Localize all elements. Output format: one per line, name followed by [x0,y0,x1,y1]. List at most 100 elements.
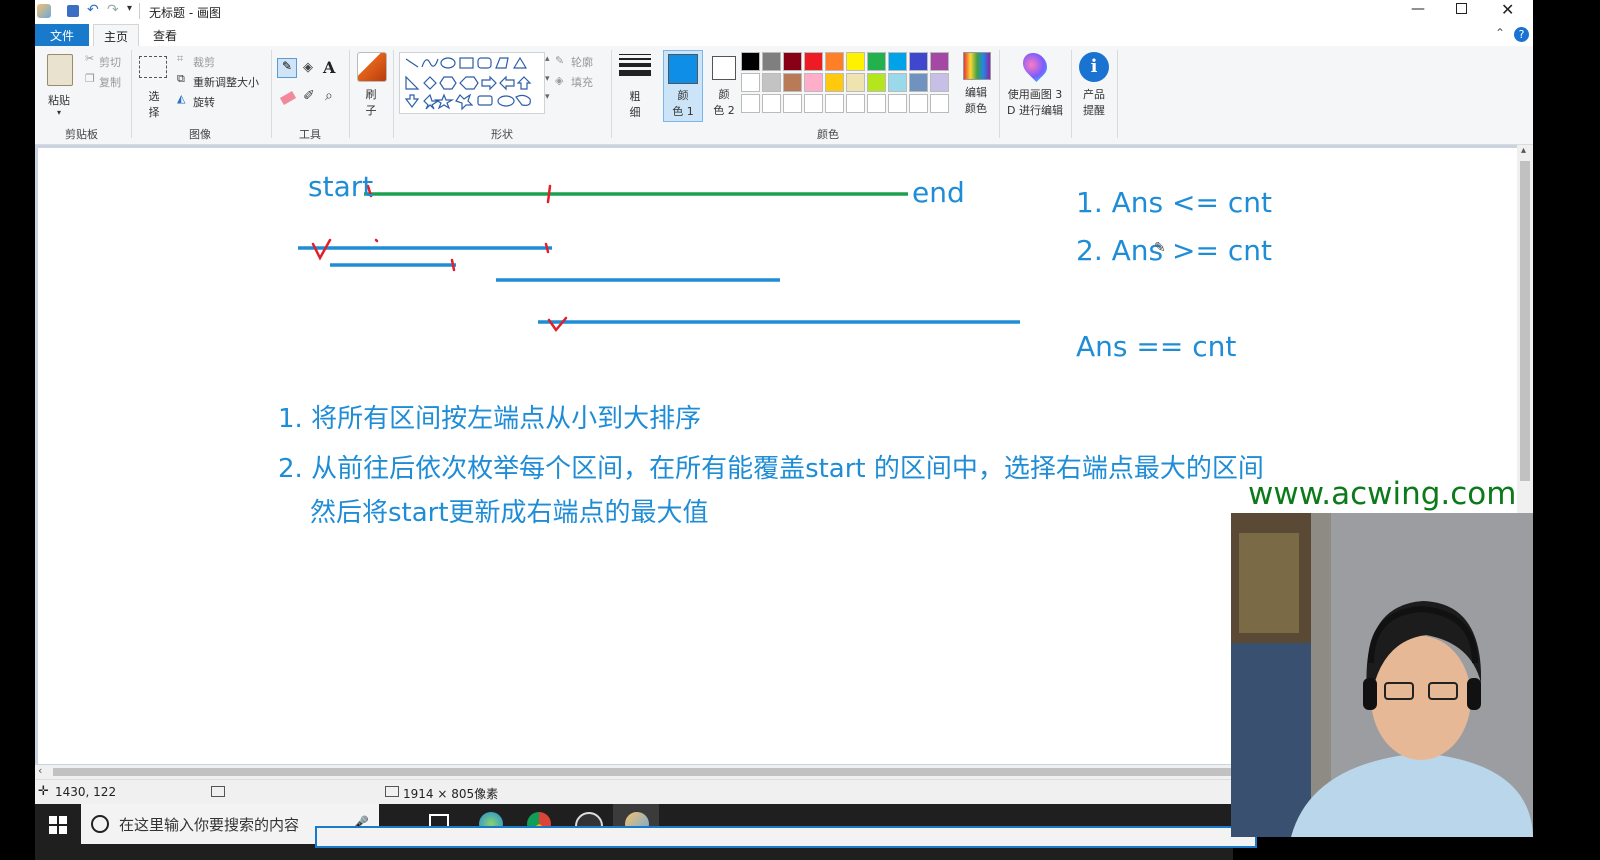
custom-color-slot[interactable] [825,94,844,113]
colors-group-label: 颜色 [817,128,839,141]
edit-colors-label-bottom: 颜色 [965,102,987,115]
custom-color-slot[interactable] [804,94,823,113]
custom-color-slot[interactable] [762,94,781,113]
color2-button[interactable]: 颜 色 2 [705,50,743,120]
h-scroll-thumb[interactable] [53,768,1233,776]
palette-swatch[interactable] [867,52,886,71]
palette-swatch[interactable] [867,73,886,92]
undo-icon[interactable]: ↶ [87,2,99,18]
palette-swatch[interactable] [888,52,907,71]
shapes-group-label: 形状 [491,128,513,141]
custom-color-slot[interactable] [846,94,865,113]
palette-swatch[interactable] [804,73,823,92]
palette-swatch[interactable] [741,52,760,71]
customize-qat-icon[interactable]: ▾ [127,3,132,14]
scroll-up-icon[interactable]: ▴ [1521,145,1526,156]
shapes-gallery[interactable] [399,52,545,114]
palette-swatch[interactable] [846,73,865,92]
outline-button[interactable]: 轮廓 [571,54,593,70]
shapes-expand-icon[interactable]: ▾ [545,92,550,102]
brushes-label-top: 刷 [365,88,377,101]
custom-color-slot[interactable] [930,94,949,113]
color1-label-top: 颜 [677,89,689,102]
chevron-down-icon: ▾ [56,108,61,117]
shapes-scroll-up-icon[interactable]: ▴ [545,54,550,64]
color1-button[interactable]: 颜 色 1 [663,50,703,122]
horizontal-scrollbar[interactable]: ‹ [35,764,1233,779]
custom-color-slot[interactable] [909,94,928,113]
palette-swatch[interactable] [825,73,844,92]
fill-button[interactable]: 填充 [571,74,593,90]
color-picker-icon[interactable]: ✐ [303,88,315,104]
scroll-thumb[interactable] [1520,161,1530,481]
paste-label: 粘贴 [48,94,70,107]
paste-button[interactable]: 粘贴 ▾ [43,52,75,122]
close-icon[interactable]: ✕ [1501,0,1514,19]
ribbon-divider [393,50,394,138]
fill-bucket-icon[interactable]: ◈ [303,60,313,75]
watermark-text: www.acwing.com [1248,476,1517,512]
select-label-top: 选 [148,90,160,103]
size-button[interactable]: 粗 细 [617,54,653,120]
brushes-button[interactable]: 刷 子 [355,52,387,122]
palette-swatch[interactable] [888,73,907,92]
red-end-tick-1 [544,242,550,254]
palette-swatch[interactable] [783,73,802,92]
product-alert-button[interactable]: i 产品 提醒 [1075,52,1113,122]
ribbon-divider [611,50,612,138]
palette-swatch[interactable] [930,52,949,71]
select-label-bottom: 择 [148,106,160,119]
help-icon[interactable]: ? [1514,27,1529,42]
edit-colors-button[interactable]: 编辑 颜色 [959,52,993,122]
rotate-icon: ◭ [177,92,186,105]
palette-swatch[interactable] [741,73,760,92]
cut-button[interactable]: 剪切 [99,54,121,70]
save-icon[interactable] [67,5,79,17]
condition-3: Ans == cnt [1076,330,1237,363]
tab-home[interactable]: 主页 [93,24,140,47]
copy-button[interactable]: 复制 [99,74,121,90]
pencil-cursor-icon: ✎ [1154,240,1166,256]
palette-swatch[interactable] [909,73,928,92]
shapes-gallery-icons [404,56,532,111]
palette-swatch[interactable] [846,52,865,71]
crop-button[interactable]: 裁剪 [193,54,215,70]
scroll-left-icon[interactable]: ‹ [38,764,42,777]
paint3d-button[interactable]: 使用画图 3 D 进行编辑 [1003,48,1067,122]
eraser-icon[interactable] [279,91,297,105]
collapse-ribbon-icon[interactable]: ⌃ [1495,26,1505,40]
palette-swatch[interactable] [930,73,949,92]
pencil-icon[interactable]: ✎ [277,58,297,78]
cursor-position: 1430, 122 [55,785,117,799]
shapes-scroll-down-icon[interactable]: ▾ [545,74,550,84]
select-button[interactable]: 选 择 [139,56,169,119]
custom-color-slot[interactable] [783,94,802,113]
custom-color-slot[interactable] [888,94,907,113]
tab-file[interactable]: 文件 [35,24,89,46]
condition-1: 1. Ans <= cnt [1076,186,1272,219]
palette-swatch[interactable] [783,52,802,71]
palette-swatch[interactable] [762,52,781,71]
tab-view[interactable]: 查看 [143,24,187,46]
brushes-label-bottom: 子 [365,104,377,117]
search-placeholder: 在这里输入你要搜索的内容 [119,815,300,834]
step-1: 1. 将所有区间按左端点从小到大排序 [278,404,702,434]
maximize-icon[interactable] [1456,3,1467,14]
status-bar: ✛ 1430, 122 1914 × 805像素 [35,779,1233,805]
palette-swatch[interactable] [909,52,928,71]
selection-size-icon [211,786,225,797]
text-tool-icon[interactable]: A [323,58,335,77]
custom-color-slot[interactable] [867,94,886,113]
palette-swatch[interactable] [762,73,781,92]
rotate-button[interactable]: 旋转 [193,94,215,110]
ribbon-divider [1071,50,1072,138]
resize-button[interactable]: 重新调整大小 [193,74,259,90]
custom-color-slot[interactable] [741,94,760,113]
minimize-icon[interactable]: — [1411,1,1425,17]
clipboard-group-label: 剪贴板 [65,128,98,141]
windows-start-icon[interactable] [49,816,67,834]
palette-swatch[interactable] [804,52,823,71]
redo-icon[interactable]: ↷ [107,2,119,18]
magnifier-icon[interactable]: ⌕ [325,88,333,104]
palette-swatch[interactable] [825,52,844,71]
